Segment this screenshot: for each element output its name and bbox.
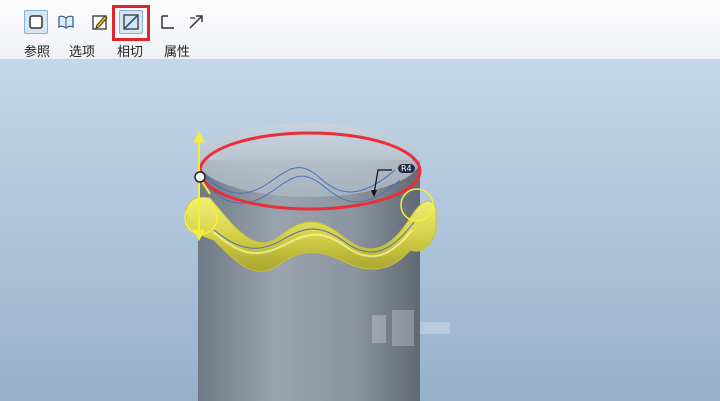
pencil-sketch-icon bbox=[92, 15, 108, 30]
start-point-marker[interactable] bbox=[194, 171, 206, 183]
viewport-watermark bbox=[372, 310, 450, 346]
sketch-button[interactable] bbox=[88, 10, 112, 34]
options-button[interactable] bbox=[54, 10, 78, 34]
dimension-tag[interactable]: R4 bbox=[398, 164, 415, 173]
properties-label[interactable]: 属性 bbox=[164, 41, 190, 60]
options-label[interactable]: 选项 bbox=[69, 41, 95, 60]
square-icon bbox=[29, 15, 43, 29]
tangent-label[interactable]: 相切 bbox=[117, 41, 143, 60]
references-button[interactable] bbox=[24, 10, 48, 34]
diagonal-arrow-icon bbox=[189, 15, 203, 29]
tangent-button[interactable] bbox=[119, 10, 143, 34]
flip-button[interactable] bbox=[184, 10, 208, 34]
corner-bracket-icon bbox=[161, 15, 174, 29]
references-label[interactable]: 参照 bbox=[24, 41, 50, 60]
dashboard-toolbar: 参照 选项 相切 属性 bbox=[0, 0, 720, 60]
model-canvas[interactable] bbox=[0, 60, 720, 401]
graphics-viewport[interactable]: R4 bbox=[0, 60, 720, 401]
tangent-diagonal-icon bbox=[123, 14, 139, 30]
open-book-icon bbox=[58, 15, 74, 29]
properties-button[interactable] bbox=[156, 10, 180, 34]
